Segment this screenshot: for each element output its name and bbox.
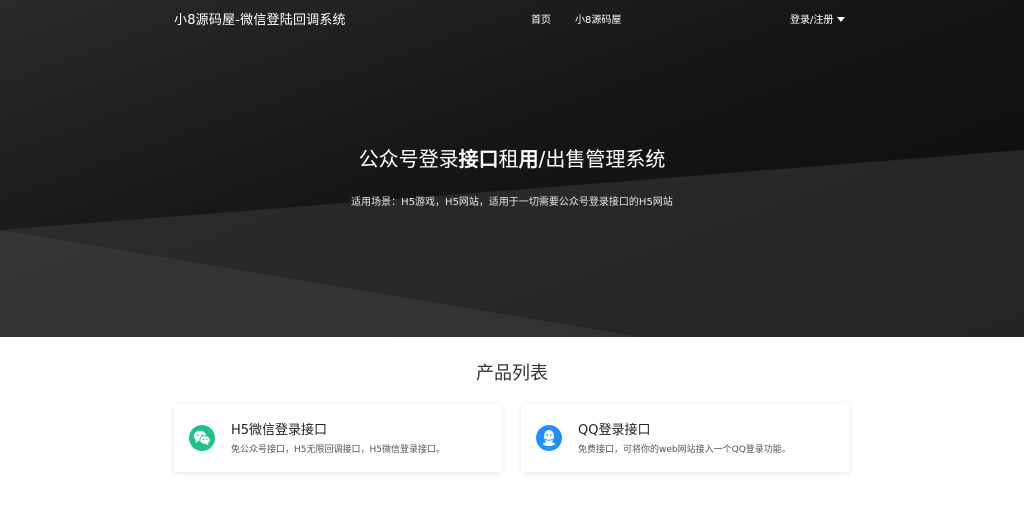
wechat-icon [189,425,215,451]
navbar: 小8源码屋-微信登陆回调系统 首页 小8源码屋 登录/注册 [0,0,1024,34]
nav-link-home[interactable]: 首页 [531,11,551,26]
product-description: 免公众号接口，H5无限回调接口，H5微信登录接口。 [231,445,445,455]
nav-link-site[interactable]: 小8源码屋 [575,11,621,26]
hero-title-part-4: 用 [518,147,539,171]
section-title: 产品列表 [476,363,548,384]
product-card-wechat[interactable]: H5微信登录接口 免公众号接口，H5无限回调接口，H5微信登录接口。 [174,404,502,472]
hero-title-part-5: /出售管理系统 [538,147,666,171]
hero-title: 公众号登录接口租用/出售管理系统 [0,143,1024,172]
product-card-qq[interactable]: QQ登录接口 免费接口，可将你的web网站接入一个QQ登录功能。 [521,404,849,472]
product-description: 免费接口，可将你的web网站接入一个QQ登录功能。 [578,445,791,455]
hero-title-part-1: 公众号登录 [358,147,459,171]
caret-down-icon [837,16,846,22]
hero-title-part-3: 租 [498,147,519,171]
hero-subtitle: 适用场景：H5游戏，H5网站，适用于一切需要公众号登录接口的H5网站 [351,197,673,208]
hero-title-part-2: 接口 [458,147,499,171]
product-title: H5微信登录接口 [231,423,328,438]
login-register-label: 登录/注册 [790,15,834,26]
product-title: QQ登录接口 [578,423,651,438]
login-register-dropdown[interactable]: 登录/注册 [790,11,846,26]
brand-logo-text[interactable]: 小8源码屋-微信登陆回调系统 [174,9,346,28]
qq-icon [536,425,562,451]
hero-banner: 小8源码屋-微信登陆回调系统 首页 小8源码屋 登录/注册 公众号登录接口租用/… [0,0,1024,337]
